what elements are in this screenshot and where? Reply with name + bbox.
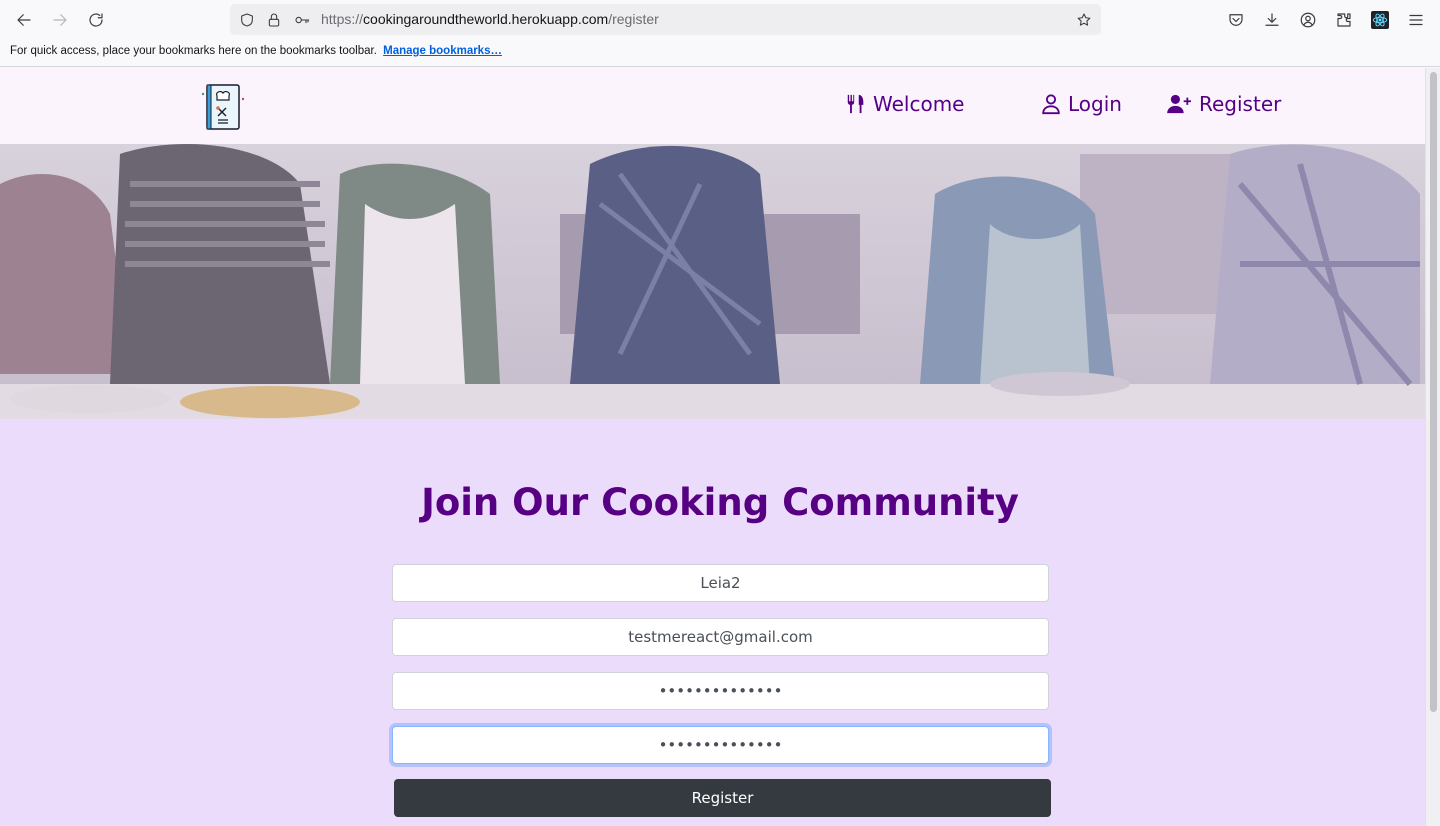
password-field[interactable] <box>392 672 1049 710</box>
nav-register[interactable]: Register <box>1167 92 1281 116</box>
user-plus-icon <box>1167 94 1191 114</box>
hero-image <box>0 144 1425 419</box>
bookmarks-toolbar: For quick access, place your bookmarks h… <box>0 40 1440 67</box>
bookmark-star-icon[interactable] <box>1074 10 1094 30</box>
page-scrollbar[interactable] <box>1425 68 1440 826</box>
account-icon[interactable] <box>1296 8 1320 32</box>
downloads-icon[interactable] <box>1260 8 1284 32</box>
url-scheme: https:// <box>321 11 364 27</box>
url-path: /register <box>608 11 659 27</box>
pocket-icon[interactable] <box>1224 8 1248 32</box>
nav-welcome[interactable]: Welcome <box>845 92 964 116</box>
user-icon <box>1042 94 1060 115</box>
recipe-book-icon <box>201 84 245 130</box>
email-field[interactable] <box>392 618 1049 656</box>
reload-icon[interactable] <box>84 8 108 32</box>
address-bar[interactable]: https://cookingaroundtheworld.herokuapp.… <box>230 4 1101 35</box>
browser-toolbar: https://cookingaroundtheworld.herokuapp.… <box>0 0 1440 40</box>
username-field[interactable] <box>392 564 1049 602</box>
lock-icon[interactable] <box>264 10 284 30</box>
back-icon[interactable] <box>12 8 36 32</box>
key-icon[interactable] <box>292 10 312 30</box>
menu-icon[interactable] <box>1404 8 1428 32</box>
site-logo[interactable] <box>200 82 246 132</box>
page-title: Join Our Cooking Community <box>421 481 1019 524</box>
nav-login[interactable]: Login <box>1040 92 1122 116</box>
utensils-icon <box>847 94 864 114</box>
site-navbar: Welcome Login Register <box>0 68 1425 144</box>
confirm-password-field[interactable] <box>392 726 1049 764</box>
nav-login-label: Login <box>1068 92 1122 116</box>
url-text: https://cookingaroundtheworld.herokuapp.… <box>321 11 659 27</box>
react-devtools-icon[interactable] <box>1368 8 1392 32</box>
bookmarks-message: For quick access, place your bookmarks h… <box>10 45 377 57</box>
tracking-protection-icon[interactable] <box>237 10 257 30</box>
manage-bookmarks-link[interactable]: Manage bookmarks… <box>383 45 502 57</box>
nav-register-label: Register <box>1199 92 1282 116</box>
extensions-icon[interactable] <box>1332 8 1356 32</box>
page-viewport: Welcome Login Register Join Our Cooking … <box>0 68 1425 826</box>
nav-welcome-label: Welcome <box>873 92 965 116</box>
url-host: cookingaroundtheworld.herokuapp.com <box>363 11 609 27</box>
forward-icon[interactable] <box>48 8 72 32</box>
scrollbar-thumb[interactable] <box>1430 72 1437 712</box>
register-button[interactable]: Register <box>394 779 1051 817</box>
